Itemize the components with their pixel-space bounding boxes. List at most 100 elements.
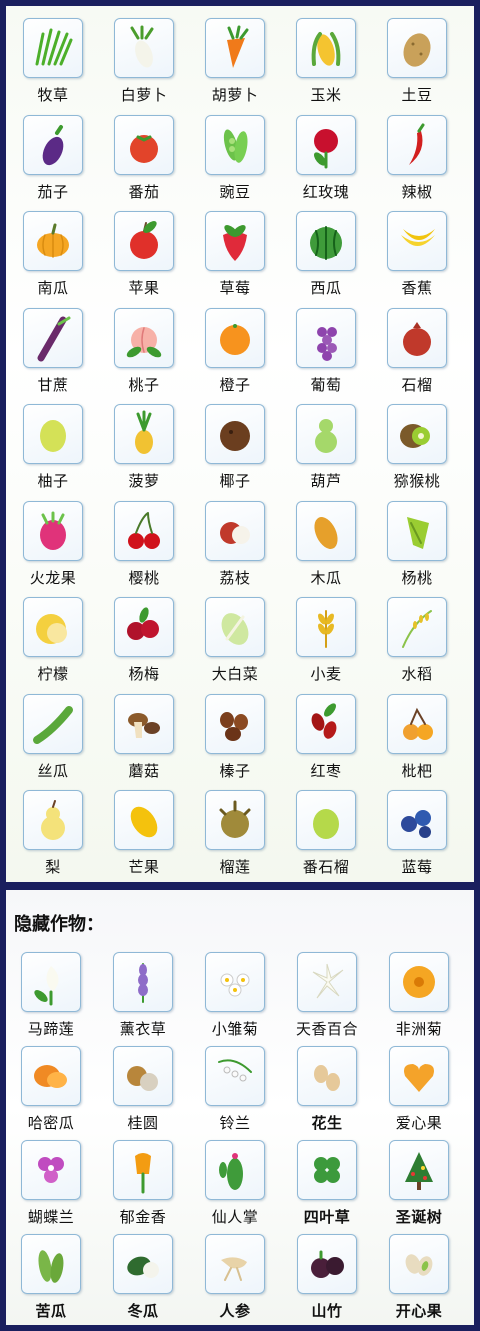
crop-card: 荔枝 — [190, 495, 280, 592]
crop-card: 菠萝 — [99, 398, 189, 495]
crop-label: 芒果 — [128, 858, 160, 876]
clover-icon — [297, 1140, 357, 1200]
crop-label: 郁金香 — [119, 1208, 167, 1226]
crop-card: 圣诞树 — [374, 1134, 464, 1228]
gerbera-icon — [389, 952, 449, 1012]
bitter-melon-icon — [21, 1234, 81, 1294]
crop-label: 柚子 — [37, 472, 69, 490]
crop-label: 土豆 — [401, 86, 433, 104]
carrot-icon — [205, 18, 265, 78]
crop-label: 菠萝 — [128, 472, 160, 490]
crop-label: 胡萝卜 — [211, 86, 259, 104]
jujube-icon — [296, 693, 356, 754]
crop-label: 牧草 — [37, 86, 69, 104]
crop-label: 甘蔗 — [37, 375, 69, 394]
crop-chart-frame: 牧草 白萝卜 胡萝卜 玉米 土豆 茄子 番茄 豌豆 红玫瑰 辣椒 南瓜 苹果 草莓 西瓜 香蕉 甘蔗 桃子 橙子 葡… — [6, 6, 474, 1325]
crop-label: 木瓜 — [310, 568, 342, 587]
hami-melon-icon — [21, 1046, 81, 1106]
mango-icon — [114, 790, 174, 850]
grass-icon — [23, 18, 83, 78]
crop-label: 苹果 — [128, 279, 160, 297]
eggplant-icon — [23, 114, 83, 175]
crop-label: 薰衣草 — [119, 1020, 167, 1038]
lavender-icon — [113, 952, 173, 1012]
crop-label: 榴莲 — [219, 858, 251, 876]
regular-crops-grid: 牧草 白萝卜 胡萝卜 玉米 土豆 茄子 番茄 豌豆 红玫瑰 辣椒 南瓜 苹果 草莓 西瓜 香蕉 甘蔗 桃子 橙子 葡… — [8, 12, 472, 881]
crop-label: 葡萄 — [310, 375, 342, 394]
crop-card: 番石榴 — [281, 784, 371, 881]
crop-label: 枇杷 — [401, 761, 433, 780]
crop-card: 甘蔗 — [8, 302, 98, 399]
red-rose-icon — [296, 114, 356, 175]
crop-label: 铃兰 — [219, 1114, 251, 1132]
napa-cabbage-icon — [205, 597, 265, 657]
crop-card: 马蹄莲 — [6, 946, 96, 1040]
grape-icon — [296, 307, 356, 368]
mushroom-icon — [114, 693, 174, 754]
crop-label: 橙子 — [219, 375, 251, 394]
pineapple-icon — [114, 404, 174, 464]
crop-label: 四叶草 — [303, 1208, 351, 1226]
white-radish-icon — [114, 18, 174, 78]
pumpkin-icon — [23, 211, 83, 271]
crop-label: 番茄 — [128, 182, 160, 201]
section-divider — [6, 882, 474, 890]
guava-icon — [296, 790, 356, 850]
crop-label: 榛子 — [219, 761, 251, 780]
crop-card: 猕猴桃 — [372, 398, 462, 495]
coconut-icon — [205, 404, 265, 464]
crop-card: 红枣 — [281, 688, 371, 785]
crop-card: 铃兰 — [190, 1040, 280, 1134]
crop-label: 茄子 — [37, 182, 69, 201]
crop-card: 蓝莓 — [372, 784, 462, 881]
cherry-icon — [114, 500, 174, 561]
crop-card: 牧草 — [8, 12, 98, 109]
rice-icon — [387, 597, 447, 657]
crop-card: 白萝卜 — [99, 12, 189, 109]
hidden-crops-panel: 隐藏作物： 马蹄莲 薰衣草 小雏菊 天香百合 非洲菊 哈密瓜 桂圆 铃兰 花生 爱心果 蝴蝶兰 郁金香… — [6, 890, 474, 1325]
crop-card: 红玫瑰 — [281, 109, 371, 206]
crop-card: 四叶草 — [282, 1134, 372, 1228]
gourd-icon — [296, 404, 356, 464]
heart-fruit-icon — [389, 1046, 449, 1106]
crop-label: 水稻 — [401, 665, 433, 683]
crop-card: 花生 — [282, 1040, 372, 1134]
crop-card: 杨桃 — [372, 495, 462, 592]
crop-card: 火龙果 — [8, 495, 98, 592]
crop-card: 天香百合 — [282, 946, 372, 1040]
crop-card: 薰衣草 — [98, 946, 188, 1040]
crop-card: 小雏菊 — [190, 946, 280, 1040]
crop-card: 爱心果 — [374, 1040, 464, 1134]
crop-label: 蝴蝶兰 — [27, 1208, 75, 1226]
daisy-icon — [205, 952, 265, 1012]
crop-card: 石榴 — [372, 302, 462, 399]
crop-label: 火龙果 — [29, 568, 77, 587]
crop-label: 番石榴 — [302, 858, 350, 876]
loofah-icon — [23, 693, 83, 754]
crop-label: 红枣 — [310, 761, 342, 780]
crop-card: 杨梅 — [99, 591, 189, 688]
crop-card: 非洲菊 — [374, 946, 464, 1040]
crop-label: 红玫瑰 — [302, 182, 350, 201]
crop-card: 樱桃 — [99, 495, 189, 592]
pistachio-icon — [389, 1234, 449, 1294]
crop-label: 人参 — [219, 1302, 251, 1320]
crop-label: 香蕉 — [401, 279, 433, 297]
crop-card: 胡萝卜 — [190, 12, 280, 109]
crop-card: 橙子 — [190, 302, 280, 399]
crop-label: 大白菜 — [211, 665, 259, 683]
papaya-icon — [296, 500, 356, 561]
crop-label: 开心果 — [395, 1302, 443, 1320]
crop-label: 猕猴桃 — [393, 472, 441, 490]
winter-melon-icon — [113, 1234, 173, 1294]
orchid-icon — [21, 1140, 81, 1200]
crop-card: 水稻 — [372, 591, 462, 688]
dragon-fruit-icon — [23, 500, 83, 561]
crop-card: 香蕉 — [372, 205, 462, 302]
crop-label: 南瓜 — [37, 279, 69, 297]
starfruit-icon — [387, 500, 447, 561]
crop-label: 白萝卜 — [120, 86, 168, 104]
crop-label: 苦瓜 — [35, 1302, 67, 1320]
crop-label: 椰子 — [219, 472, 251, 490]
crop-card: 芒果 — [99, 784, 189, 881]
